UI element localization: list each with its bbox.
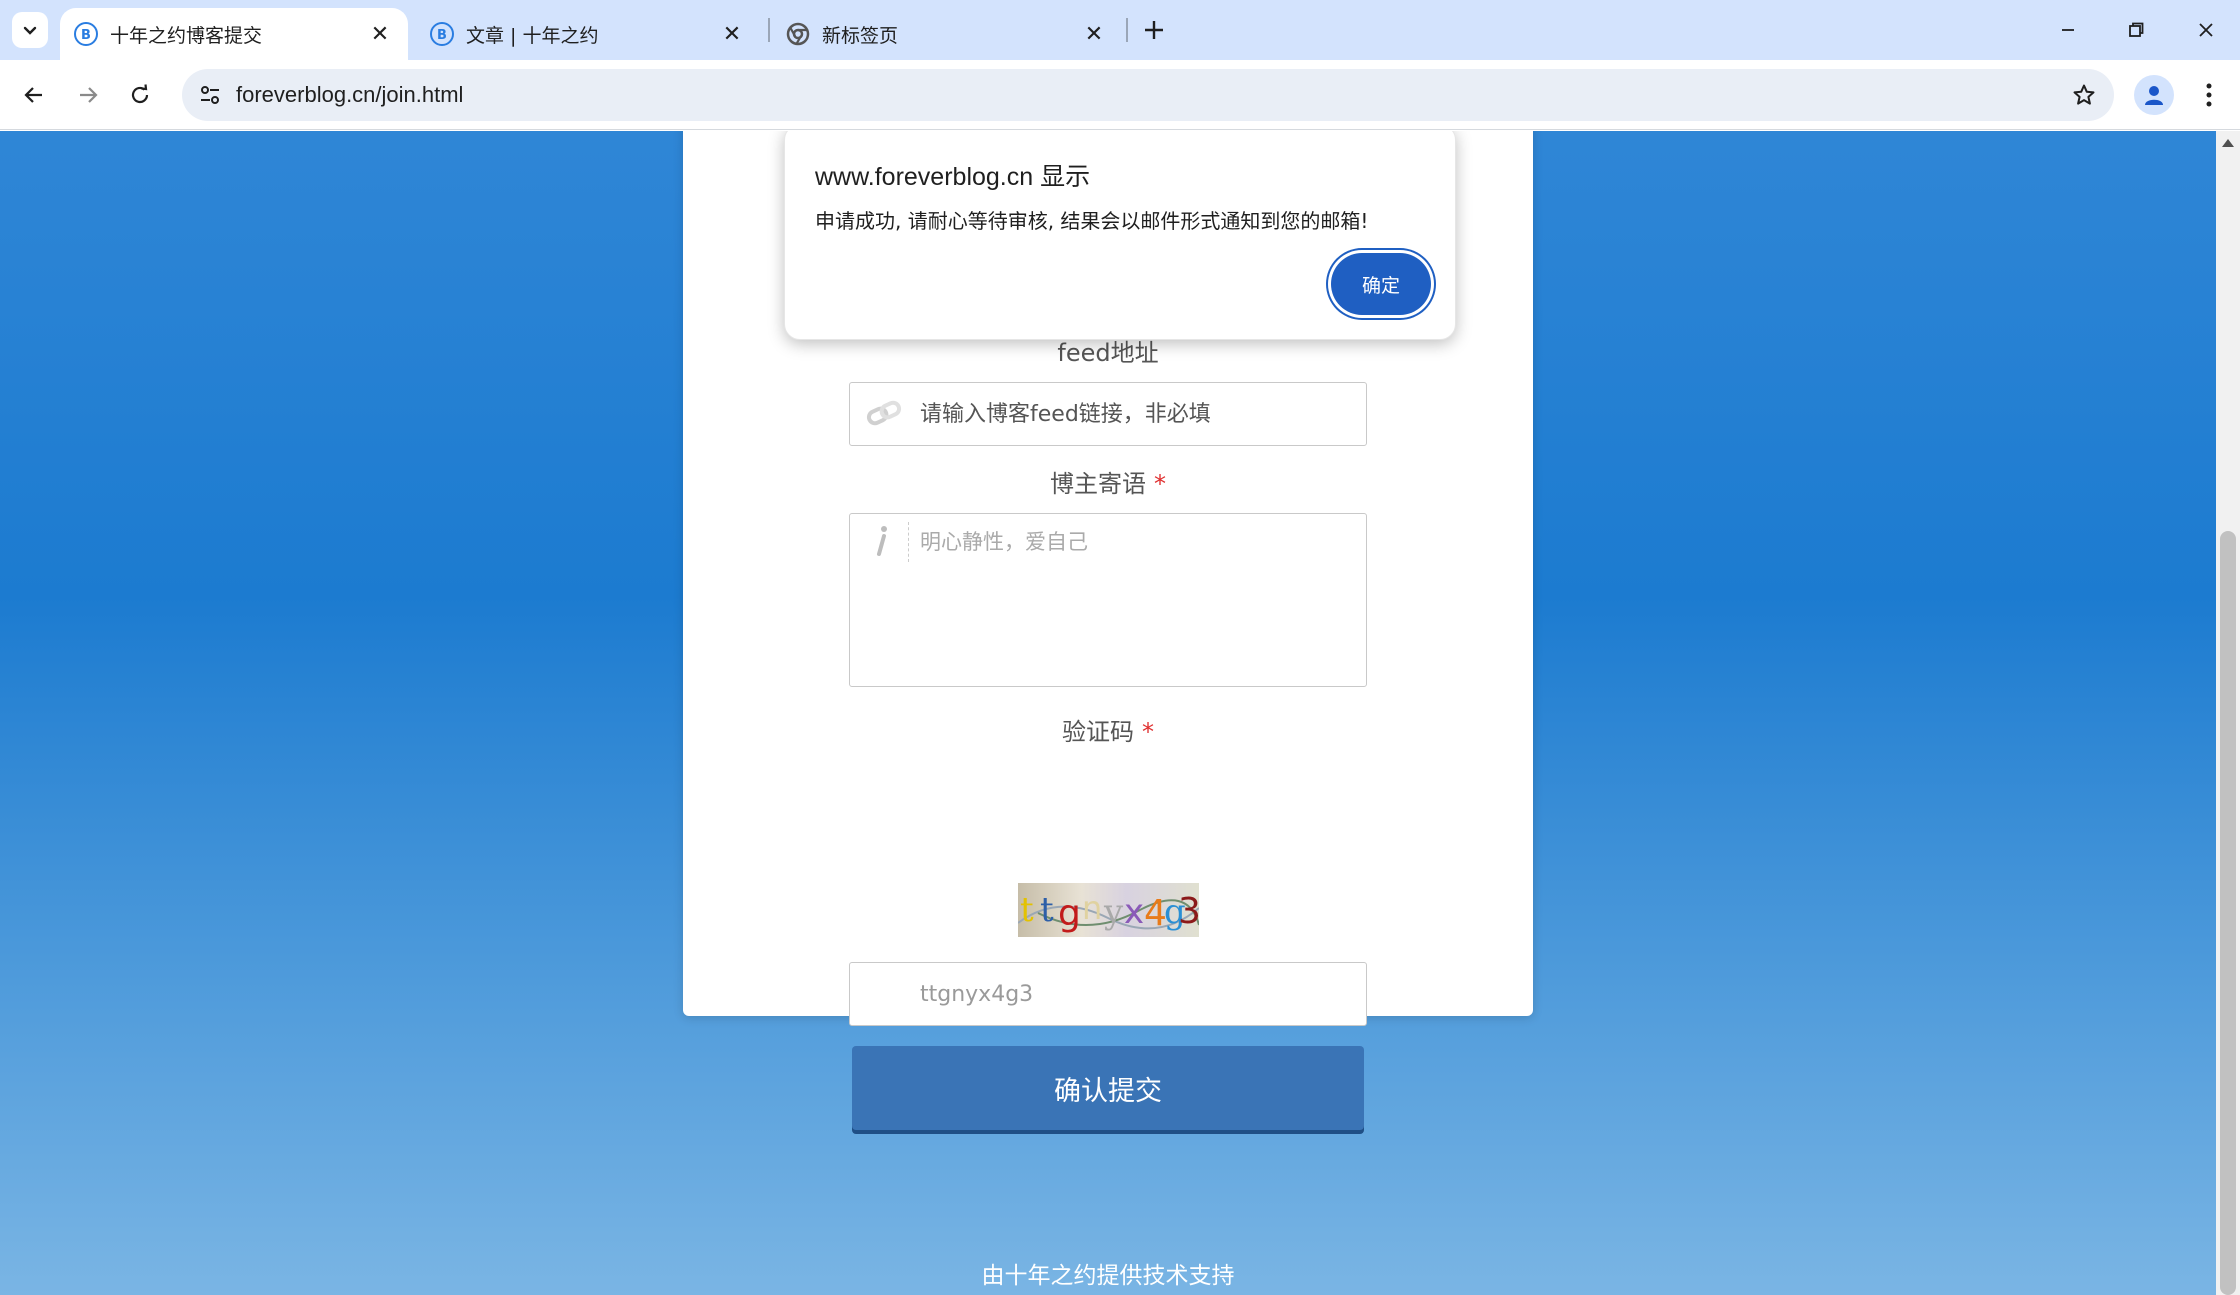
alert-title: www.foreverblog.cn 显示 (815, 163, 1091, 191)
svg-text:n: n (1082, 889, 1102, 927)
tune-icon (201, 86, 219, 104)
svg-text:t: t (1020, 890, 1034, 930)
minimize-button[interactable] (2034, 8, 2102, 52)
svg-text:x: x (1124, 892, 1144, 932)
arrow-right-icon (80, 87, 98, 103)
feed-field[interactable] (849, 382, 1367, 446)
tab-title: 十年之约博客提交 (110, 24, 263, 47)
forward-button[interactable] (66, 73, 110, 117)
back-button[interactable] (12, 73, 56, 117)
plus-icon (1145, 21, 1163, 39)
reload-button[interactable] (118, 73, 162, 117)
star-icon (2073, 84, 2095, 105)
page-scrollbar[interactable] (2216, 131, 2240, 1295)
svg-text:y: y (1103, 892, 1124, 932)
alert-message: 申请成功, 请耐心等待审核, 结果会以邮件形式通知到您的邮箱! (815, 209, 1369, 233)
feed-input[interactable] (920, 383, 1356, 445)
tab-articles[interactable]: B 文章 | 十年之约 ✕ (416, 8, 760, 60)
captcha-field[interactable] (849, 962, 1367, 1026)
required-mark: * (1142, 718, 1154, 746)
browser-toolbar: foreverblog.cn/join.html (0, 60, 2240, 130)
restore-button[interactable] (2102, 8, 2170, 52)
new-tab-button[interactable] (1136, 12, 1172, 48)
scroll-up-arrow[interactable] (2222, 139, 2234, 147)
minimize-icon (2062, 29, 2074, 31)
site-info-button[interactable] (192, 77, 228, 113)
chevron-down-icon (23, 26, 37, 35)
tab-separator (1126, 18, 1128, 42)
footer-credit[interactable]: 由十年之约提供技术支持 (0, 1256, 2216, 1290)
info-icon (860, 520, 904, 560)
close-window-button[interactable] (2172, 8, 2240, 52)
message-textarea[interactable] (920, 526, 1356, 676)
link-icon (862, 393, 906, 433)
tab-search-button[interactable] (12, 12, 48, 48)
message-label: 博主寄语 * (1050, 470, 1166, 498)
reload-icon (131, 84, 149, 104)
message-field[interactable] (849, 513, 1367, 687)
tab-separator (768, 18, 770, 42)
field-divider (908, 522, 909, 562)
tab-title: 新标签页 (822, 24, 899, 47)
captcha-input[interactable] (920, 963, 1356, 1025)
browser-menu-button[interactable] (2192, 75, 2226, 115)
alert-dialog: www.foreverblog.cn 显示 申请成功, 请耐心等待审核, 结果会… (784, 131, 1456, 340)
blog-favicon-icon: B (430, 22, 454, 46)
svg-text:B: B (437, 28, 447, 41)
chrome-icon (786, 22, 810, 46)
submit-button[interactable]: 确认提交 (852, 1046, 1364, 1130)
alert-ok-button[interactable]: 确定 (1331, 253, 1431, 315)
tab-close-icon[interactable]: ✕ (1080, 20, 1108, 48)
url-text[interactable]: foreverblog.cn/join.html (236, 82, 463, 108)
close-icon (2199, 23, 2213, 37)
tab-blog-submit[interactable]: B 十年之约博客提交 ✕ (60, 8, 408, 60)
svg-text:g: g (1058, 893, 1081, 934)
tab-new-tab[interactable]: 新标签页 ✕ (772, 8, 1122, 60)
tab-strip: B 十年之约博客提交 ✕ B 文章 | 十年之约 ✕ 新标签页 ✕ (0, 0, 2240, 60)
restore-icon (2129, 22, 2144, 37)
page-viewport: feed地址 博主寄语* 验证码* t (0, 131, 2240, 1295)
svg-text:3: 3 (1178, 891, 1199, 932)
tab-close-icon[interactable]: ✕ (366, 20, 394, 48)
bookmark-button[interactable] (2066, 77, 2102, 113)
tab-title: 文章 | 十年之约 (466, 24, 599, 47)
address-bar[interactable]: foreverblog.cn/join.html (182, 69, 2114, 121)
avatar-icon (2145, 86, 2163, 105)
arrow-left-icon (24, 87, 42, 103)
captcha-label: 验证码 * (1062, 718, 1154, 746)
captcha-image[interactable]: t t g n y x 4 g 3 (1018, 883, 1199, 937)
more-vert-icon (2206, 83, 2212, 107)
blog-favicon-icon: B (74, 22, 98, 46)
profile-button[interactable] (2134, 75, 2174, 115)
svg-text:B: B (81, 28, 91, 41)
tab-close-icon[interactable]: ✕ (718, 20, 746, 48)
svg-text:t: t (1040, 890, 1054, 930)
scroll-thumb[interactable] (2220, 531, 2236, 1295)
required-mark: * (1154, 470, 1166, 498)
